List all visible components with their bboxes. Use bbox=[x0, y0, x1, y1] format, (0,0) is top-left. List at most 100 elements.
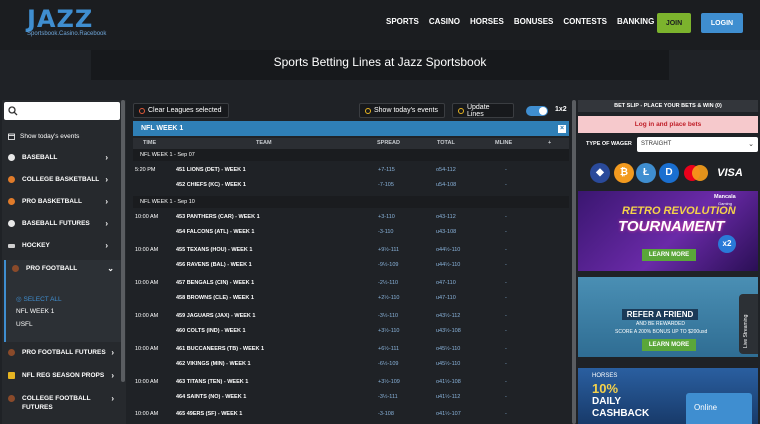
chevron-right-icon: › bbox=[105, 241, 108, 250]
join-button[interactable]: JOIN bbox=[657, 13, 691, 33]
spread-odds[interactable]: +2½-110 bbox=[378, 295, 399, 301]
moneyline-odds[interactable]: - bbox=[505, 182, 507, 188]
site-header: JAZZ Sportsbook.Casino.Racebook SPORTS C… bbox=[0, 0, 760, 50]
learn-more-button[interactable]: LEARN MORE bbox=[642, 249, 696, 261]
total-odds[interactable]: o54-112 bbox=[436, 167, 456, 173]
refer-friend-banner[interactable]: REFER A FRIEND AND BE REWARDED SCORE A 2… bbox=[578, 277, 758, 357]
th-spread: SPREAD bbox=[377, 140, 400, 146]
nav-casino[interactable]: CASINO bbox=[429, 17, 460, 26]
total-odds[interactable]: u43-108 bbox=[436, 229, 456, 235]
moneyline-odds[interactable]: - bbox=[505, 247, 507, 253]
spread-odds[interactable]: -9½-109 bbox=[378, 262, 399, 268]
jazz-logo[interactable]: JAZZ Sportsbook.Casino.Racebook bbox=[27, 6, 106, 37]
online-chat-widget[interactable]: Online bbox=[686, 393, 752, 424]
sidebar-item-pro-football-futures[interactable]: PRO FOOTBALL FUTURES › bbox=[8, 348, 120, 357]
update-lines-button[interactable]: Update Lines bbox=[452, 103, 514, 118]
team-name: 454 FALCONS (ATL) - WEEK 1 bbox=[176, 229, 255, 235]
spread-odds[interactable]: -3-108 bbox=[378, 411, 394, 417]
sidebar-item-baseball-futures[interactable]: BASEBALL FUTURES › bbox=[8, 219, 120, 228]
total-odds[interactable]: o45½-110 bbox=[436, 346, 460, 352]
total-odds[interactable]: o41½-107 bbox=[436, 411, 461, 417]
spread-odds[interactable]: -3½-111 bbox=[378, 394, 398, 400]
sidebar-scrollbar[interactable] bbox=[121, 100, 125, 382]
total-odds[interactable]: o41½-108 bbox=[436, 379, 461, 385]
total-odds[interactable]: o43½-112 bbox=[436, 313, 460, 319]
date-row: NFL WEEK 1 - Sep 10 bbox=[133, 196, 569, 208]
search-box[interactable] bbox=[4, 102, 120, 120]
banner-line1: RETRO REVOLUTION bbox=[622, 205, 736, 217]
football-icon bbox=[8, 395, 15, 402]
nav-sports[interactable]: SPORTS bbox=[386, 17, 419, 26]
sidebar-item-baseball[interactable]: BASEBALL › bbox=[8, 153, 120, 162]
retro-revolution-banner[interactable]: Mancala Gaming RETRO REVOLUTION TOURNAME… bbox=[578, 191, 758, 271]
live-streaming-tab[interactable]: Live Streaming bbox=[739, 294, 758, 354]
moneyline-odds[interactable]: - bbox=[505, 328, 507, 334]
nav-horses[interactable]: HORSES bbox=[470, 17, 504, 26]
main-scrollbar[interactable] bbox=[572, 100, 576, 424]
total-odds[interactable]: u54-108 bbox=[436, 182, 456, 188]
search-icon bbox=[8, 106, 18, 116]
1x2-toggle[interactable] bbox=[526, 106, 548, 116]
login-button[interactable]: LOGIN bbox=[701, 13, 743, 33]
moneyline-odds[interactable]: - bbox=[505, 167, 507, 173]
nav-bonuses[interactable]: BONUSES bbox=[514, 17, 554, 26]
sidebar-item-hockey[interactable]: HOCKEY › bbox=[8, 241, 120, 250]
spread-odds[interactable]: -2½-110 bbox=[378, 280, 398, 286]
spread-odds[interactable]: +9½-111 bbox=[378, 247, 399, 253]
spread-odds[interactable]: -3-110 bbox=[378, 229, 394, 235]
sports-sidebar: Show today's events BASEBALL › COLLEGE B… bbox=[2, 100, 126, 424]
total-odds[interactable]: u41½-112 bbox=[436, 394, 460, 400]
spread-odds[interactable]: -3½-110 bbox=[378, 313, 398, 319]
team-name: 458 BROWNS (CLE) - WEEK 1 bbox=[176, 295, 254, 301]
show-today-toggle[interactable]: Show today's events bbox=[8, 133, 120, 140]
total-odds[interactable]: o44½-110 bbox=[436, 247, 460, 253]
moneyline-odds[interactable]: - bbox=[505, 411, 507, 417]
spread-odds[interactable]: +7-115 bbox=[378, 167, 395, 173]
moneyline-odds[interactable]: - bbox=[505, 379, 507, 385]
sidebar-item-college-basketball[interactable]: COLLEGE BASKETBALL › bbox=[8, 175, 120, 184]
sidebar-item-pro-basketball[interactable]: PRO BASKETBALL › bbox=[8, 197, 120, 206]
team-name: 461 BUCCANEERS (TB) - WEEK 1 bbox=[176, 346, 265, 352]
sidebar-item-pro-football[interactable]: PRO FOOTBALL ⌄ bbox=[12, 264, 124, 273]
usfl-link[interactable]: USFL bbox=[16, 321, 33, 328]
wager-type-select[interactable]: STRAIGHT ⌄ bbox=[637, 137, 758, 152]
learn-more-button[interactable]: LEARN MORE bbox=[642, 339, 696, 351]
nav-banking[interactable]: BANKING bbox=[617, 17, 654, 26]
total-odds[interactable]: u44½-110 bbox=[436, 262, 460, 268]
chevron-down-icon: ⌄ bbox=[748, 141, 754, 148]
spread-odds[interactable]: +6½-111 bbox=[378, 346, 399, 352]
spread-odds[interactable]: +3½-110 bbox=[378, 328, 399, 334]
clock-icon bbox=[365, 107, 371, 114]
total-odds[interactable]: u43½-108 bbox=[436, 328, 461, 334]
total-odds[interactable]: o47-110 bbox=[436, 280, 456, 286]
total-odds[interactable]: o43-112 bbox=[436, 214, 456, 220]
total-odds[interactable]: u45½-110 bbox=[436, 361, 460, 367]
nav-contests[interactable]: CONTESTS bbox=[563, 17, 607, 26]
search-input[interactable] bbox=[22, 104, 116, 118]
show-today-button[interactable]: Show today's events bbox=[359, 103, 445, 118]
moneyline-odds[interactable]: - bbox=[505, 313, 507, 319]
moneyline-odds[interactable]: - bbox=[505, 280, 507, 286]
moneyline-odds[interactable]: - bbox=[505, 295, 507, 301]
moneyline-odds[interactable]: - bbox=[505, 346, 507, 352]
moneyline-odds[interactable]: - bbox=[505, 394, 507, 400]
sidebar-item-nfl-reg-season-props[interactable]: NFL REG SEASON PROPS › bbox=[8, 371, 120, 380]
spread-odds[interactable]: -7-105 bbox=[378, 182, 394, 188]
clear-leagues-button[interactable]: Clear Leagues selected bbox=[133, 103, 229, 118]
game-time: 10:00 AM bbox=[135, 411, 159, 417]
moneyline-odds[interactable]: - bbox=[505, 214, 507, 220]
chevron-right-icon: › bbox=[111, 371, 114, 380]
betslip-login-button[interactable]: Log in and place bets bbox=[578, 116, 758, 133]
moneyline-odds[interactable]: - bbox=[505, 361, 507, 367]
nfl-week-1-link[interactable]: NFL WEEK 1 bbox=[16, 308, 54, 315]
sidebar-item-college-football-futures[interactable]: COLLEGE FOOTBALL FUTURES › bbox=[8, 394, 120, 412]
team-name: 455 TEXANS (HOU) - WEEK 1 bbox=[176, 247, 253, 253]
spread-odds[interactable]: +3-110 bbox=[378, 214, 395, 220]
spread-odds[interactable]: +3½-109 bbox=[378, 379, 400, 385]
select-all-link[interactable]: ◎ SELECT ALL bbox=[16, 295, 62, 303]
total-odds[interactable]: u47-110 bbox=[436, 295, 456, 301]
close-icon[interactable]: × bbox=[558, 125, 566, 133]
moneyline-odds[interactable]: - bbox=[505, 262, 507, 268]
spread-odds[interactable]: -6½-109 bbox=[378, 361, 399, 367]
moneyline-odds[interactable]: - bbox=[505, 229, 507, 235]
